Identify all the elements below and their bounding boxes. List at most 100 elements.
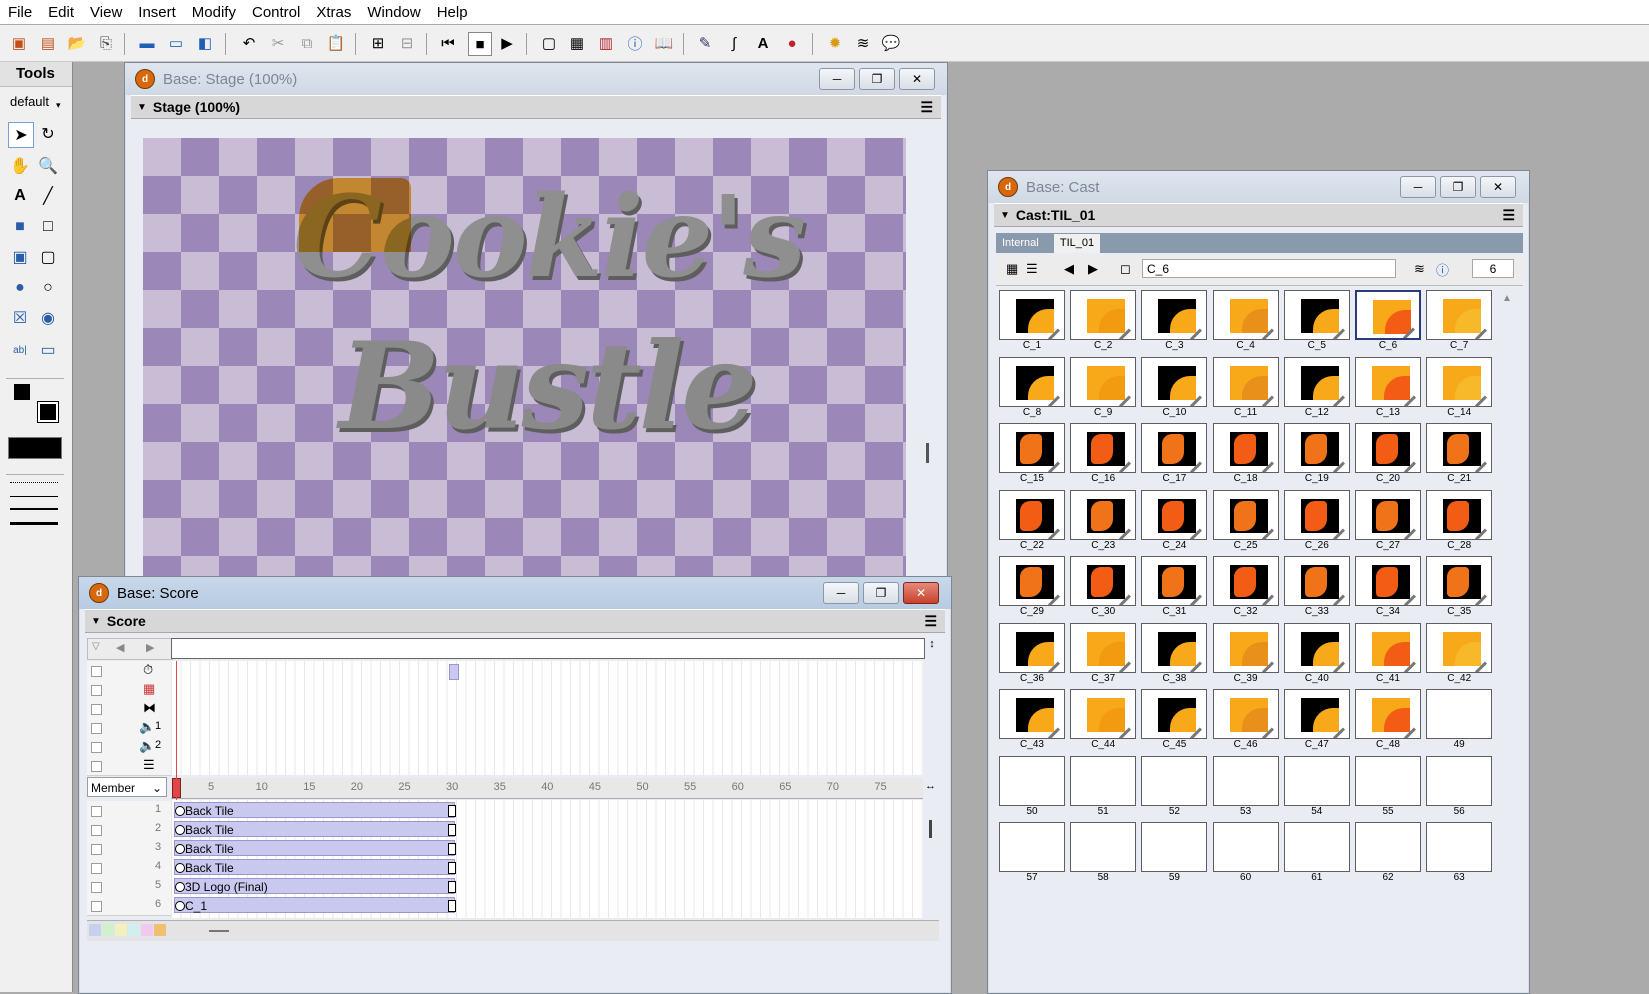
cast-member-thumbnail[interactable] xyxy=(1355,423,1421,473)
cast-member-cell[interactable]: C_43 xyxy=(999,689,1065,751)
stage-scroll-handle[interactable] xyxy=(926,443,929,463)
scroll-up-icon[interactable]: ▲ xyxy=(1502,293,1512,304)
cast-member-cell[interactable]: C_16 xyxy=(1070,423,1137,485)
stage-window-icon[interactable]: ▢ xyxy=(538,32,560,54)
tools-preset-select[interactable]: default xyxy=(10,94,49,109)
library-palette-icon[interactable]: 📖 xyxy=(653,32,675,54)
cast-member-thumbnail[interactable] xyxy=(1426,556,1493,606)
cast-member-cell[interactable]: C_27 xyxy=(1355,489,1421,552)
find-icon[interactable]: ⊞ xyxy=(367,32,389,54)
rect-tool-icon[interactable]: □ xyxy=(36,215,60,239)
zoom-tool-icon[interactable]: 🔍 xyxy=(36,154,60,178)
channel-visibility-checkbox[interactable] xyxy=(91,901,102,912)
cast-member-cell[interactable]: C_35 xyxy=(1426,556,1493,618)
cast-member-cell[interactable]: C_11 xyxy=(1212,356,1279,419)
message-window-icon[interactable]: 💬 xyxy=(880,32,902,54)
cast-member-cell[interactable]: C_45 xyxy=(1141,689,1208,751)
copy-icon[interactable]: ⧉ xyxy=(296,32,318,54)
cast-member-thumbnail[interactable] xyxy=(1283,356,1350,407)
pattern-swatch[interactable] xyxy=(8,437,62,459)
script-icon[interactable]: ≋ xyxy=(1414,261,1425,277)
sprite-channel-header[interactable]: 4 xyxy=(87,858,171,878)
cast-member-cell[interactable]: 55 xyxy=(1355,755,1421,818)
cast-member-thumbnail[interactable] xyxy=(1355,290,1421,340)
cast-member-cell[interactable]: C_15 xyxy=(999,423,1065,485)
background-color-swatch[interactable] xyxy=(38,402,58,422)
behavior-inspector-icon[interactable]: ✹ xyxy=(824,32,846,54)
cast-member-thumbnail[interactable] xyxy=(1212,290,1279,340)
cast-member-cell[interactable]: C_44 xyxy=(1070,689,1137,751)
cast-member-thumbnail[interactable] xyxy=(1141,689,1208,739)
sprite-color-swatch[interactable] xyxy=(89,924,101,936)
sprite-span[interactable]: Back Tile xyxy=(174,802,456,818)
cast-member-cell[interactable]: C_36 xyxy=(999,622,1065,685)
cast-panel-header[interactable]: ▼ Cast:TIL_01 ☰ xyxy=(994,203,1523,227)
cast-member-cell[interactable]: C_5 xyxy=(1283,290,1350,352)
cast-member-thumbnail[interactable] xyxy=(1141,556,1208,606)
menu-control[interactable]: Control xyxy=(244,4,308,21)
cast-member-thumbnail[interactable] xyxy=(999,489,1065,540)
shockwave-3d-icon[interactable]: ● xyxy=(781,32,803,54)
cast-member-thumbnail[interactable] xyxy=(1283,556,1350,606)
cast-member-thumbnail[interactable] xyxy=(1283,755,1350,806)
close-button[interactable]: ✕ xyxy=(903,582,939,604)
member-number-field[interactable]: 6 xyxy=(1472,259,1514,278)
sprite-span[interactable]: Back Tile xyxy=(174,821,456,837)
score-panel-header[interactable]: ▼ Score ☰ xyxy=(85,609,945,633)
cast-member-thumbnail[interactable] xyxy=(1141,489,1208,540)
rotate-tool-icon[interactable]: ↻ xyxy=(36,122,60,146)
transition-channel[interactable]: ⧓ xyxy=(87,699,171,719)
import-icon[interactable]: ⎘ xyxy=(95,32,117,54)
menu-modify[interactable]: Modify xyxy=(184,4,244,21)
cast-member-cell[interactable]: 62 xyxy=(1355,822,1421,884)
line-width-2[interactable] xyxy=(10,508,58,510)
cast-member-cell[interactable]: C_14 xyxy=(1426,356,1493,419)
undo-icon[interactable]: ↶ xyxy=(238,32,260,54)
sprite-channel-header[interactable]: 1 xyxy=(87,801,171,821)
line-width-none[interactable] xyxy=(10,482,58,483)
cast-member-thumbnail[interactable] xyxy=(1212,489,1279,540)
cast-member-cell[interactable]: C_21 xyxy=(1426,423,1493,485)
line-tool-icon[interactable]: ╱ xyxy=(36,184,60,208)
cast-member-cell[interactable]: 51 xyxy=(1070,755,1137,818)
sprite-color-swatch[interactable] xyxy=(115,924,127,936)
maximize-button[interactable]: ❐ xyxy=(859,68,895,90)
member-name-field[interactable]: C_6 xyxy=(1142,259,1396,278)
button-tool-icon[interactable]: ▭ xyxy=(36,338,60,362)
cast-member-thumbnail[interactable] xyxy=(1212,622,1279,673)
cast-member-thumbnail[interactable] xyxy=(999,622,1065,673)
menu-file[interactable]: File xyxy=(0,4,40,21)
cast-member-thumbnail[interactable] xyxy=(1426,689,1493,739)
foreground-color-swatch[interactable] xyxy=(14,384,30,400)
collapse-triangle-icon[interactable]: ▼ xyxy=(91,616,101,627)
cast-member-thumbnail[interactable] xyxy=(999,822,1065,872)
tab-internal[interactable]: Internal xyxy=(1002,237,1039,249)
sprite-channel-header[interactable]: 2 xyxy=(87,820,171,840)
hide-channels-icon[interactable]: ▽ xyxy=(92,641,100,652)
paste-icon[interactable]: 📋 xyxy=(325,32,347,54)
cast-member-cell[interactable]: C_47 xyxy=(1283,689,1350,751)
cast-member-thumbnail[interactable] xyxy=(1070,423,1137,473)
cast-member-thumbnail[interactable] xyxy=(1141,356,1208,407)
radio-tool-icon[interactable]: ◉ xyxy=(36,306,60,330)
cast-member-cell[interactable]: C_8 xyxy=(999,356,1065,419)
cast-member-cell[interactable]: C_7 xyxy=(1426,290,1493,352)
palette-channel[interactable]: ▦ xyxy=(87,680,171,700)
cast-member-cell[interactable]: C_4 xyxy=(1212,290,1279,352)
cast-member-thumbnail[interactable] xyxy=(1355,622,1421,673)
channel-visibility-checkbox[interactable] xyxy=(91,806,102,817)
cast-member-thumbnail[interactable] xyxy=(999,689,1065,739)
cast-member-thumbnail[interactable] xyxy=(999,556,1065,606)
round-rect-tool-icon[interactable]: ▢ xyxy=(36,245,60,269)
cast-member-cell[interactable]: 50 xyxy=(999,755,1065,818)
cast-member-cell[interactable]: C_46 xyxy=(1212,689,1279,751)
maximize-button[interactable]: ❐ xyxy=(1440,176,1476,198)
cast-window-icon[interactable]: ▦ xyxy=(566,32,588,54)
cast-member-thumbnail[interactable] xyxy=(1070,356,1137,407)
cast-member-thumbnail[interactable] xyxy=(1212,822,1279,872)
marker-channel[interactable] xyxy=(171,638,925,659)
frame-ruler[interactable]: 5 10 15 20 25 30 35 40 45 50 55 60 65 70 75 xyxy=(171,778,923,799)
collapse-triangle-icon[interactable]: ▼ xyxy=(1000,210,1010,221)
cast-member-cell[interactable]: C_2 xyxy=(1070,290,1137,352)
cast-member-thumbnail[interactable] xyxy=(1355,689,1421,739)
